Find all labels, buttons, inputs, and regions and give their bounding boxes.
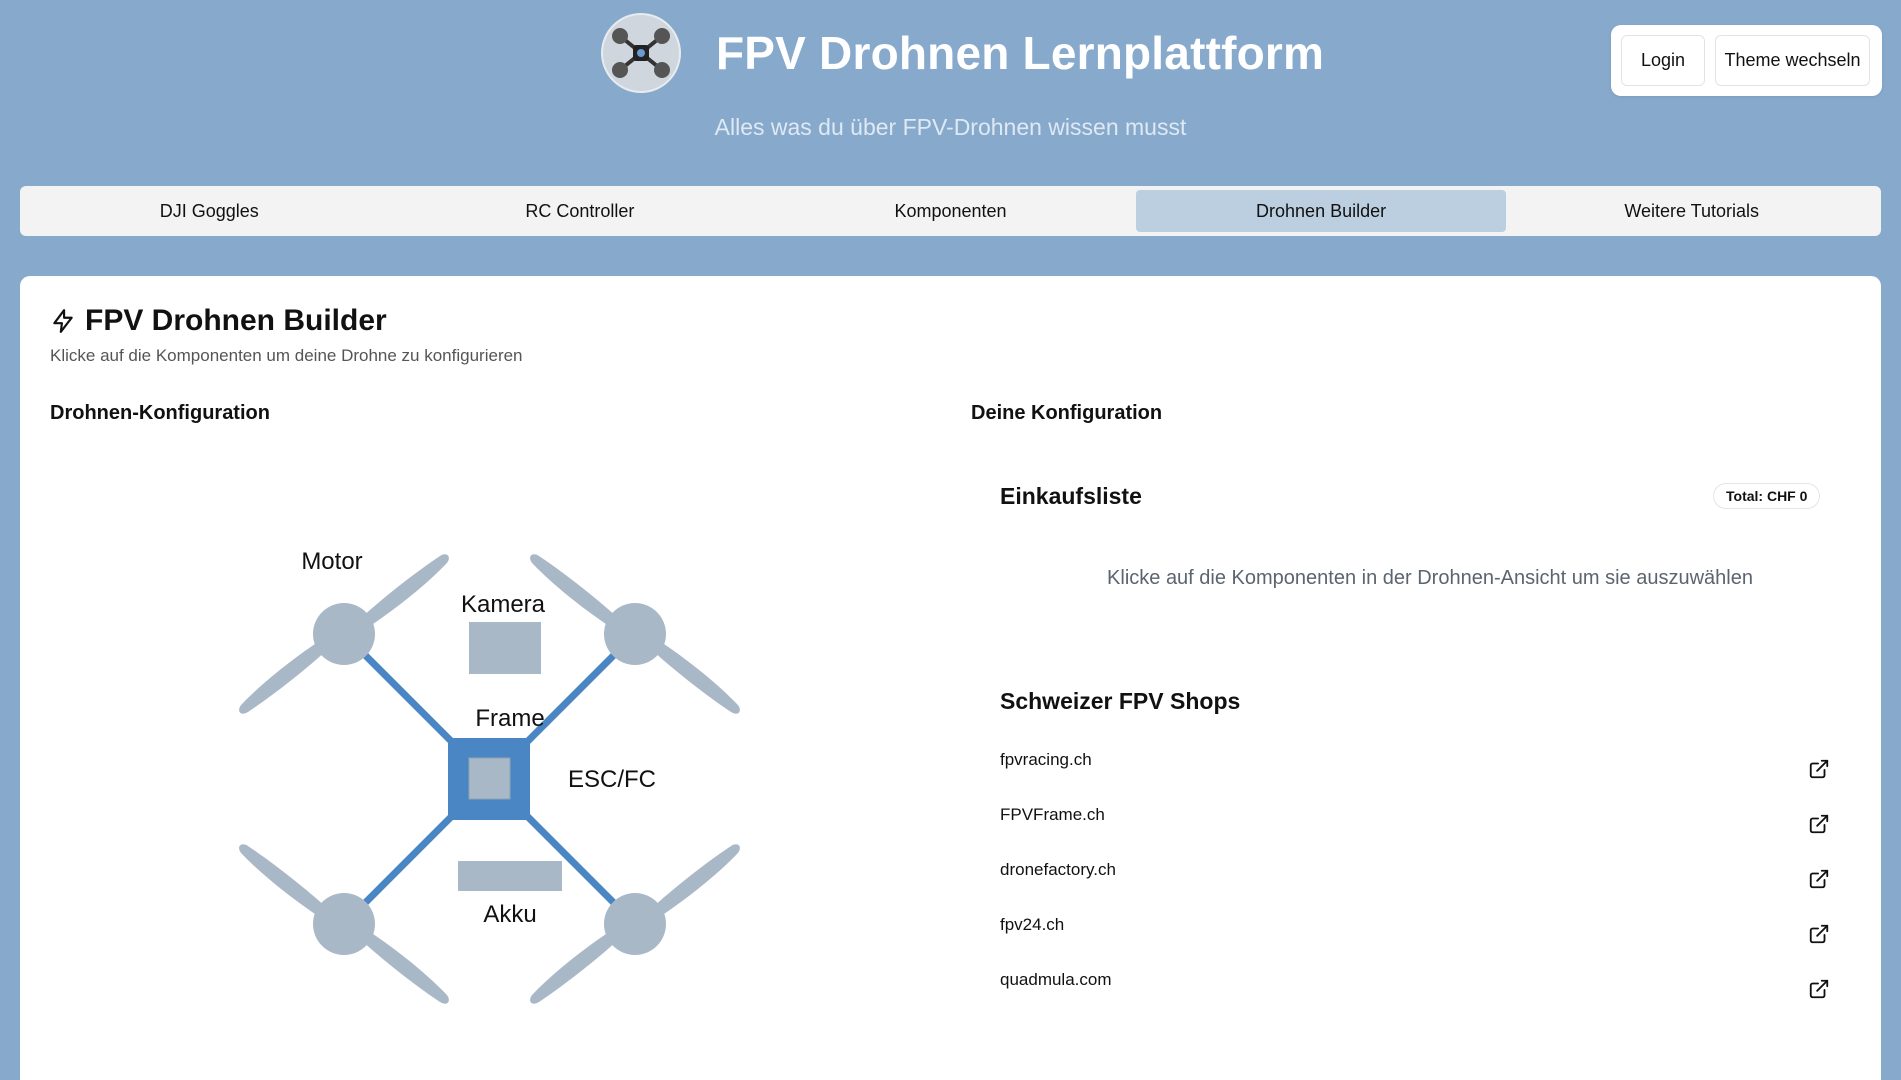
shop-item[interactable]: fpv24.ch <box>1000 915 1830 955</box>
battery-component[interactable] <box>458 861 562 891</box>
login-button[interactable]: Login <box>1621 35 1705 86</box>
camera-component[interactable] <box>469 622 541 674</box>
motor-bottom-right[interactable] <box>604 893 666 955</box>
esc-fc-board[interactable] <box>468 757 511 800</box>
external-link-icon[interactable] <box>1808 758 1830 780</box>
motor-top-right[interactable] <box>604 603 666 665</box>
builder-card: FPV Drohnen Builder Klicke auf die Kompo… <box>20 276 1881 1080</box>
motor-label: Motor <box>301 548 362 575</box>
shop-name[interactable]: fpvracing.ch <box>1000 750 1092 770</box>
builder-title-row: FPV Drohnen Builder <box>50 304 387 338</box>
auth-box: Login Theme wechseln <box>1611 25 1882 96</box>
your-configuration-heading: Deine Konfiguration <box>971 402 1163 424</box>
shop-item[interactable]: fpvracing.ch <box>1000 750 1830 790</box>
frame-label: Frame <box>475 705 544 732</box>
shopping-list-title: Einkaufsliste <box>1000 483 1142 509</box>
external-link-icon[interactable] <box>1808 923 1830 945</box>
tab-dji-goggles[interactable]: DJI Goggles <box>24 190 395 232</box>
tab-weitere-tutorials[interactable]: Weitere Tutorials <box>1506 190 1877 232</box>
builder-title: FPV Drohnen Builder <box>85 304 387 337</box>
header: FPV Drohnen Lernplattform Alles was du ü… <box>0 0 1901 170</box>
shop-name[interactable]: dronefactory.ch <box>1000 860 1116 880</box>
tab-komponenten[interactable]: Komponenten <box>765 190 1136 232</box>
shop-name[interactable]: fpv24.ch <box>1000 915 1064 935</box>
motor-top-left[interactable] <box>313 603 375 665</box>
external-link-icon[interactable] <box>1808 978 1830 1000</box>
brand: FPV Drohnen Lernplattform <box>600 12 1324 94</box>
shopping-empty-hint: Klicke auf die Komponenten in der Drohne… <box>1107 567 1753 589</box>
external-link-icon[interactable] <box>1808 813 1830 835</box>
drone-logo-icon <box>601 13 681 93</box>
shop-item[interactable]: dronefactory.ch <box>1000 860 1830 900</box>
app-subtitle: Alles was du über FPV-Drohnen wissen mus… <box>714 114 1187 140</box>
total-badge: Total: CHF 0 <box>1713 483 1821 509</box>
battery-label: Akku <box>483 901 536 928</box>
tab-rc-controller[interactable]: RC Controller <box>395 190 766 232</box>
esc-fc-label: ESC/FC <box>568 766 656 793</box>
shop-item[interactable]: FPVFrame.ch <box>1000 805 1830 845</box>
motor-bottom-left[interactable] <box>313 893 375 955</box>
tab-drohnen-builder[interactable]: Drohnen Builder <box>1135 190 1507 232</box>
external-link-icon[interactable] <box>1808 868 1830 890</box>
builder-description: Klicke auf die Komponenten um deine Droh… <box>50 346 523 365</box>
drone-configuration-heading: Drohnen-Konfiguration <box>50 402 270 424</box>
shop-item[interactable]: quadmula.com <box>1000 970 1830 1010</box>
theme-toggle-button[interactable]: Theme wechseln <box>1715 35 1870 86</box>
main-nav: DJI Goggles RC Controller Komponenten Dr… <box>20 186 1881 236</box>
camera-label: Kamera <box>461 591 546 618</box>
app-title: FPV Drohnen Lernplattform <box>716 27 1325 79</box>
lightning-bolt-icon <box>53 309 73 333</box>
drone-diagram: Motor Kamera Frame ESC/FC Akku <box>239 548 740 1004</box>
shop-name[interactable]: FPVFrame.ch <box>1000 805 1105 825</box>
shop-name[interactable]: quadmula.com <box>1000 970 1112 990</box>
swiss-shops-title: Schweizer FPV Shops <box>1000 688 1241 714</box>
